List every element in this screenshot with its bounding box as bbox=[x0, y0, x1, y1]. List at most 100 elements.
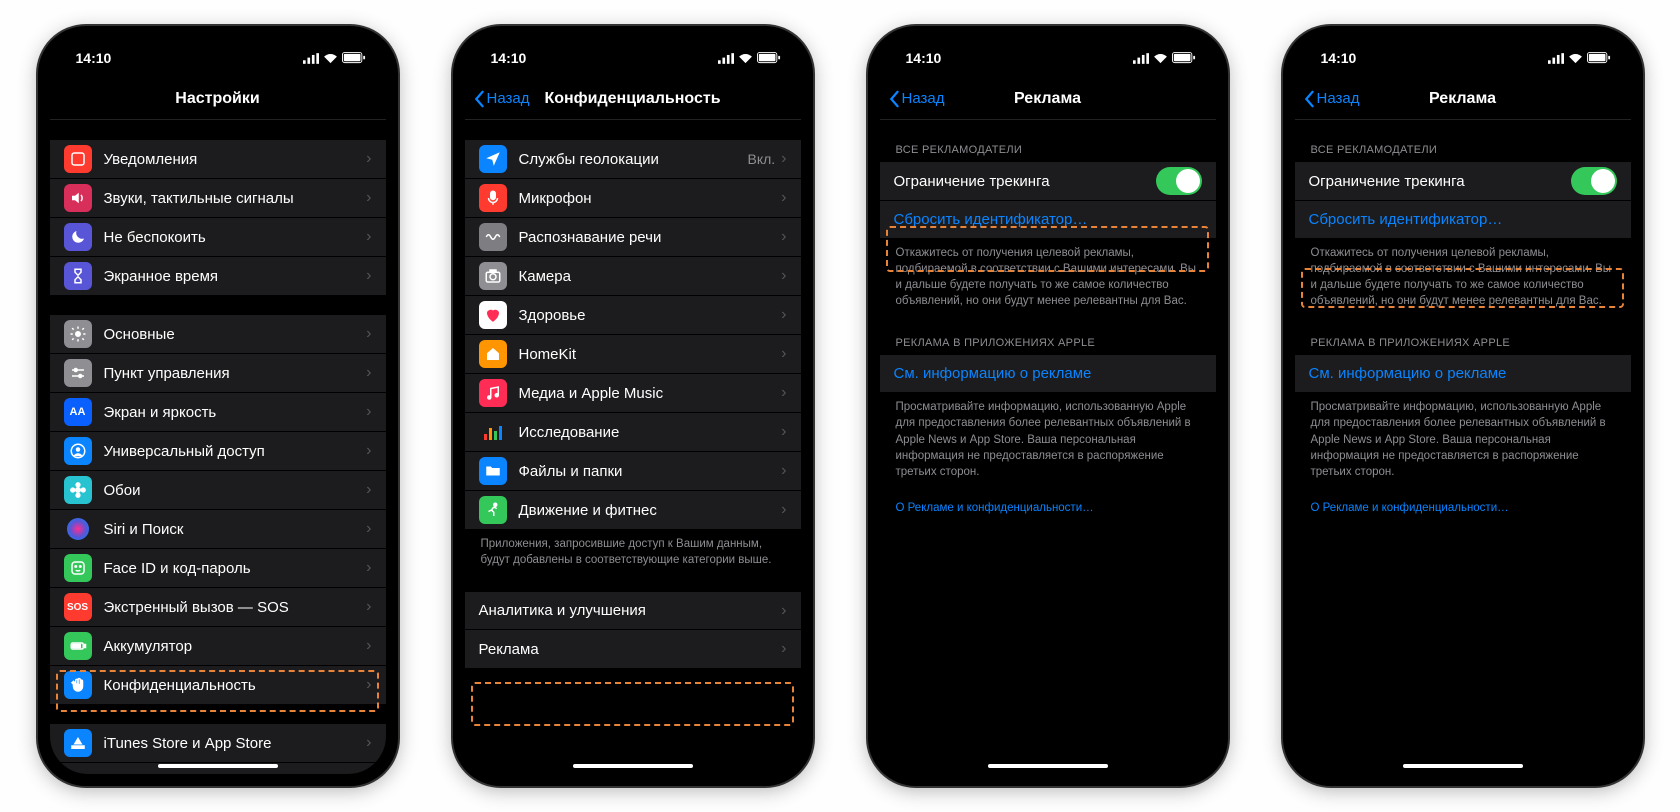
row-detail: Вкл. bbox=[747, 151, 775, 167]
about-link[interactable]: О Рекламе и конфиденциальности… bbox=[880, 494, 1216, 520]
back-label: Назад bbox=[902, 90, 945, 107]
row-label: Face ID и код-пароль bbox=[104, 560, 367, 577]
row-label: См. информацию о рекламе bbox=[894, 365, 1202, 382]
row-label: См. информацию о рекламе bbox=[1309, 365, 1617, 382]
phone-screen: 14:10 Назад Реклама ВСЕ РЕКЛАМОДАТЕЛИОгр… bbox=[1295, 38, 1631, 774]
chevron-right-icon: › bbox=[781, 384, 786, 402]
back-button[interactable]: Назад bbox=[1303, 90, 1360, 108]
settings-row[interactable]: Пункт управления› bbox=[50, 354, 386, 393]
content-scroll[interactable]: Уведомления›Звуки, тактильные сигналы›Не… bbox=[50, 120, 386, 774]
settings-row[interactable]: SOSЭкстренный вызов — SOS› bbox=[50, 588, 386, 627]
settings-row[interactable]: Реклама› bbox=[465, 630, 801, 668]
page-title: Реклама bbox=[1014, 90, 1081, 108]
settings-row[interactable]: Службы геолокацииВкл. › bbox=[465, 140, 801, 179]
back-label: Назад bbox=[1317, 90, 1360, 107]
settings-row[interactable]: Звуки, тактильные сигналы› bbox=[50, 179, 386, 218]
chevron-right-icon: › bbox=[781, 150, 786, 168]
settings-row[interactable]: Камера› bbox=[465, 257, 801, 296]
flower-icon bbox=[64, 476, 92, 504]
row-label: Ограничение трекинга bbox=[894, 173, 1156, 190]
music-icon bbox=[479, 379, 507, 407]
about-link[interactable]: О Рекламе и конфиденциальности… bbox=[1295, 494, 1631, 520]
sos-icon: SOS bbox=[64, 593, 92, 621]
row-label: Аккумулятор bbox=[104, 638, 367, 655]
settings-row[interactable]: Ограничение трекинга bbox=[1295, 162, 1631, 201]
settings-row[interactable]: Экранное время› bbox=[50, 257, 386, 295]
row-label: HomeKit bbox=[519, 346, 782, 363]
status-icons bbox=[303, 52, 366, 64]
chevron-right-icon: › bbox=[366, 598, 371, 616]
settings-row[interactable]: Микрофон› bbox=[465, 179, 801, 218]
row-label: Распознавание речи bbox=[519, 229, 782, 246]
heart-icon bbox=[479, 301, 507, 329]
battery-icon bbox=[64, 632, 92, 660]
home-icon bbox=[479, 340, 507, 368]
back-button[interactable]: Назад bbox=[888, 90, 945, 108]
settings-row[interactable]: Универсальный доступ› bbox=[50, 432, 386, 471]
settings-row[interactable]: См. информацию о рекламе bbox=[880, 355, 1216, 393]
content-scroll[interactable]: ВСЕ РЕКЛАМОДАТЕЛИОграничение трекингаСбр… bbox=[880, 120, 1216, 774]
toggle-switch[interactable] bbox=[1571, 167, 1617, 195]
notch bbox=[553, 38, 713, 62]
settings-row[interactable]: Face ID и код-пароль› bbox=[50, 549, 386, 588]
row-label: Обои bbox=[104, 482, 367, 499]
settings-row[interactable]: Медиа и Apple Music› bbox=[465, 374, 801, 413]
settings-row[interactable]: Здоровье› bbox=[465, 296, 801, 335]
chevron-right-icon: › bbox=[366, 520, 371, 538]
row-label: Сбросить идентификатор… bbox=[894, 211, 1202, 228]
row-label: iTunes Store и App Store bbox=[104, 735, 367, 752]
chevron-right-icon: › bbox=[366, 364, 371, 382]
settings-row[interactable]: Не беспокоить› bbox=[50, 218, 386, 257]
settings-row[interactable]: См. информацию о рекламе bbox=[1295, 355, 1631, 393]
settings-row[interactable]: Аналитика и улучшения› bbox=[465, 592, 801, 630]
home-indicator bbox=[158, 764, 278, 768]
row-label: Здоровье bbox=[519, 307, 782, 324]
settings-row[interactable]: Сбросить идентификатор… bbox=[1295, 201, 1631, 239]
nav-bar: Назад Конфиденциальность bbox=[465, 78, 801, 120]
settings-row[interactable]: Движение и фитнес› bbox=[465, 491, 801, 530]
group-header: РЕКЛАМА В ПРИЛОЖЕНИЯХ APPLE bbox=[1295, 333, 1631, 355]
settings-row[interactable]: Ограничение трекинга bbox=[880, 162, 1216, 201]
back-button[interactable]: Назад bbox=[473, 90, 530, 108]
group-footer: Откажитесь от получения целевой рекламы,… bbox=[880, 239, 1216, 313]
notch bbox=[1383, 38, 1543, 62]
settings-row[interactable]: iTunes Store и App Store› bbox=[50, 724, 386, 763]
settings-row[interactable]: Аккумулятор› bbox=[50, 627, 386, 666]
content-scroll[interactable]: Службы геолокацииВкл.›Микрофон›Распознав… bbox=[465, 120, 801, 774]
row-label: Камера bbox=[519, 268, 782, 285]
row-label: Службы геолокации bbox=[519, 151, 748, 168]
home-indicator bbox=[988, 764, 1108, 768]
settings-row[interactable]: Файлы и папки› bbox=[465, 452, 801, 491]
settings-row[interactable]: Исследование› bbox=[465, 413, 801, 452]
group-footer: Откажитесь от получения целевой рекламы,… bbox=[1295, 239, 1631, 313]
status-time: 14:10 bbox=[491, 50, 527, 66]
square-border-icon bbox=[64, 145, 92, 173]
content-scroll[interactable]: ВСЕ РЕКЛАМОДАТЕЛИОграничение трекингаСбр… bbox=[1295, 120, 1631, 774]
back-label: Назад bbox=[487, 90, 530, 107]
settings-row[interactable]: Распознавание речи› bbox=[465, 218, 801, 257]
settings-row[interactable]: Обои› bbox=[50, 471, 386, 510]
status-time: 14:10 bbox=[906, 50, 942, 66]
chevron-right-icon: › bbox=[366, 267, 371, 285]
chevron-right-icon: › bbox=[781, 228, 786, 246]
group-footer: Приложения, запросившие доступ к Вашим д… bbox=[465, 530, 801, 572]
settings-row[interactable]: Сбросить идентификатор… bbox=[880, 201, 1216, 239]
chevron-right-icon: › bbox=[781, 423, 786, 441]
settings-row[interactable]: AAЭкран и яркость› bbox=[50, 393, 386, 432]
chevron-right-icon: › bbox=[366, 676, 371, 694]
status-time: 14:10 bbox=[1321, 50, 1357, 66]
sliders-icon bbox=[64, 359, 92, 387]
row-label: Основные bbox=[104, 326, 367, 343]
settings-row[interactable]: HomeKit› bbox=[465, 335, 801, 374]
settings-row[interactable]: Уведомления› bbox=[50, 140, 386, 179]
moon-icon bbox=[64, 223, 92, 251]
toggle-switch[interactable] bbox=[1156, 167, 1202, 195]
row-label: Конфиденциальность bbox=[104, 677, 367, 694]
row-label: Экран и яркость bbox=[104, 404, 367, 421]
settings-row[interactable]: Конфиденциальность› bbox=[50, 666, 386, 704]
row-label: Аналитика и улучшения bbox=[479, 602, 782, 619]
settings-row[interactable]: Основные› bbox=[50, 315, 386, 354]
status-time: 14:10 bbox=[76, 50, 112, 66]
speaker-icon bbox=[64, 184, 92, 212]
settings-row[interactable]: Siri и Поиск› bbox=[50, 510, 386, 549]
